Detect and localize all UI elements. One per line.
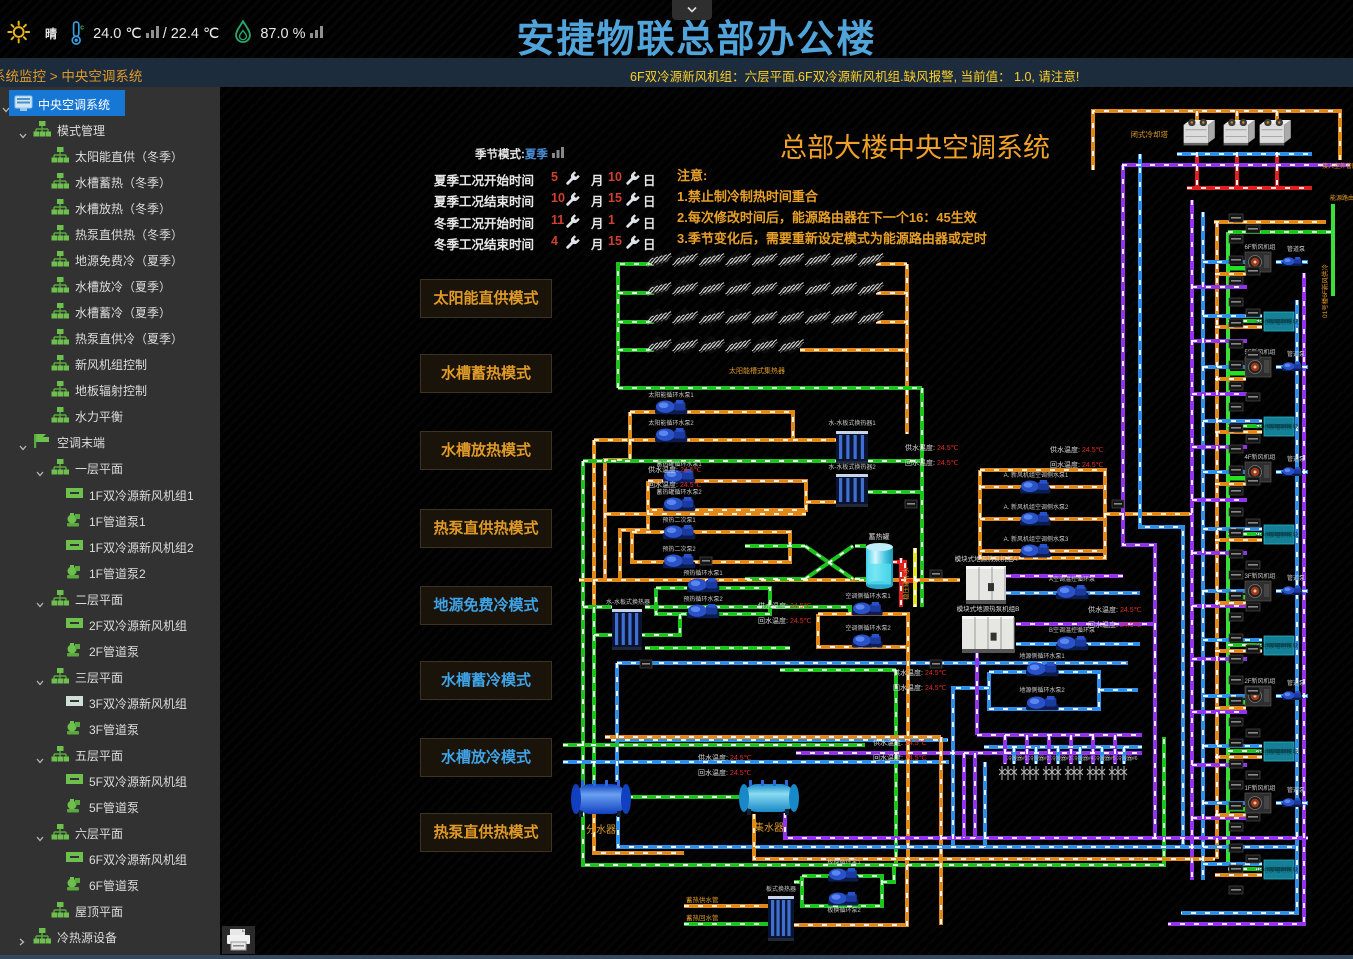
- svg-text:蓄热罐循环水泵2: 蓄热罐循环水泵2: [656, 488, 702, 496]
- svg-text:预热二次泵2: 预热二次泵2: [662, 545, 696, 553]
- svg-text:稳压罐补水: 稳压罐补水: [901, 567, 910, 600]
- svg-text:回水温度:: 回水温度:: [893, 683, 923, 692]
- svg-text:冷凝器#4: 冷凝器#4: [1073, 755, 1094, 762]
- svg-text:24.5℃: 24.5℃: [937, 445, 959, 452]
- svg-text:闭式冷却塔: 闭式冷却塔: [1131, 129, 1169, 139]
- svg-text:能源路由器: 能源路由器: [1330, 194, 1353, 202]
- svg-text:A. 新风机组空调侧水泵3: A. 新风机组空调侧水泵3: [1004, 535, 1069, 543]
- svg-text:24.5℃: 24.5℃: [790, 603, 812, 610]
- svg-text:供水温度:: 供水温度:: [1050, 445, 1080, 454]
- svg-text:管道泵: 管道泵: [1287, 245, 1305, 253]
- svg-text:24.5℃: 24.5℃: [905, 755, 927, 762]
- svg-text:板换循环泵2: 板换循环泵2: [827, 906, 861, 914]
- svg-text:冷凝器#3: 冷凝器#3: [1051, 755, 1072, 762]
- svg-text:6F地板辐射模块: 6F地板辐射模块: [1255, 318, 1298, 326]
- svg-text:模块式地源热泵机组B: 模块式地源热泵机组B: [957, 604, 1020, 613]
- svg-text:24.5℃: 24.5℃: [925, 670, 947, 677]
- svg-text:供水温度:: 供水温度:: [905, 443, 935, 452]
- svg-text:24.5℃: 24.5℃: [925, 685, 947, 692]
- svg-text:2F地板辐射模块: 2F地板辐射模块: [1255, 748, 1298, 756]
- svg-text:蓄热供水管: 蓄热供水管: [686, 895, 719, 904]
- svg-text:预热二次泵1: 预热二次泵1: [662, 516, 696, 524]
- svg-text:24.5℃: 24.5℃: [1120, 607, 1142, 614]
- svg-text:A. 新风机组空调侧水泵2: A. 新风机组空调侧水泵2: [1004, 503, 1069, 511]
- svg-text:供水温度:: 供水温度:: [1088, 605, 1118, 614]
- svg-text:预热循环水泵1: 预热循环水泵1: [683, 569, 723, 577]
- svg-text:空调侧循环水泵2: 空调侧循环水泵2: [845, 624, 891, 632]
- svg-text:01号楼6F新风供冷: 01号楼6F新风供冷: [1320, 264, 1329, 318]
- svg-text:回水温度:: 回水温度:: [1050, 460, 1080, 469]
- svg-text:管道泵: 管道泵: [1287, 455, 1305, 463]
- svg-text:回水温度:: 回水温度:: [648, 480, 678, 489]
- svg-text:回水温度:: 回水温度:: [873, 753, 903, 762]
- svg-text:24.5℃: 24.5℃: [680, 467, 702, 474]
- svg-text:集水器: 集水器: [754, 821, 784, 834]
- svg-text:空调侧循环水泵1: 空调侧循环水泵1: [845, 592, 891, 600]
- svg-text:24.5℃: 24.5℃: [937, 460, 959, 467]
- svg-text:供水温度:: 供水温度:: [758, 601, 788, 610]
- svg-text:回水温度:: 回水温度:: [698, 768, 728, 777]
- svg-text:管道泵: 管道泵: [1287, 786, 1305, 794]
- svg-text:地源侧循环水泵1: 地源侧循环水泵1: [1019, 652, 1065, 660]
- svg-text:接入室外管网: 接入室外管网: [1322, 162, 1353, 170]
- svg-text:A空调温控循环泵: A空调温控循环泵: [1049, 575, 1095, 583]
- svg-text:板式换热器: 板式换热器: [766, 885, 796, 893]
- svg-text:24.5℃: 24.5℃: [1082, 447, 1104, 454]
- svg-text:冷凝器#6: 冷凝器#6: [1117, 755, 1138, 762]
- svg-text:蓄热罐: 蓄热罐: [869, 532, 890, 541]
- svg-text:地源侧循环水泵2: 地源侧循环水泵2: [1019, 686, 1065, 694]
- svg-text:蓄热回水管: 蓄热回水管: [686, 913, 719, 922]
- svg-text:回水温度:: 回水温度:: [758, 616, 788, 625]
- svg-text:太阳能循环水泵2: 太阳能循环水泵2: [648, 419, 694, 427]
- svg-text:回水温度:: 回水温度:: [905, 458, 935, 467]
- svg-text:2F新风机组: 2F新风机组: [1244, 677, 1275, 685]
- svg-text:水-水板式换热器2: 水-水板式换热器2: [828, 463, 876, 471]
- svg-text:1F地板辐射模块: 1F地板辐射模块: [1255, 866, 1298, 874]
- svg-text:冷凝器#5: 冷凝器#5: [1095, 755, 1116, 762]
- svg-text:24.5℃: 24.5℃: [730, 755, 752, 762]
- svg-text:板换循环泵1: 板换循环泵1: [827, 858, 861, 866]
- svg-text:供水温度:: 供水温度:: [893, 668, 923, 677]
- svg-text:供水温度:: 供水温度:: [698, 753, 728, 762]
- svg-text:水-水板式换热器: 水-水板式换热器: [606, 598, 650, 606]
- svg-text:24.5℃: 24.5℃: [790, 618, 812, 625]
- svg-text:4F地板辐射模块: 4F地板辐射模块: [1255, 531, 1298, 539]
- svg-text:太阳能槽式集热器: 太阳能槽式集热器: [729, 366, 785, 375]
- svg-text:冷凝器#2: 冷凝器#2: [1029, 755, 1050, 762]
- svg-text:管道泵: 管道泵: [1287, 679, 1305, 687]
- svg-text:4F新风机组: 4F新风机组: [1244, 453, 1275, 461]
- svg-text:分水器: 分水器: [586, 824, 616, 836]
- svg-text:24.5℃: 24.5℃: [1120, 622, 1142, 629]
- svg-text:供水温度:: 供水温度:: [873, 738, 903, 747]
- svg-text:模块式地源热泵机组A: 模块式地源热泵机组A: [955, 554, 1019, 563]
- svg-text:管道泵: 管道泵: [1287, 574, 1305, 582]
- svg-text:24.5℃: 24.5℃: [905, 740, 927, 747]
- svg-text:24.5℃: 24.5℃: [730, 770, 752, 777]
- svg-text:供水温度:: 供水温度:: [648, 465, 678, 474]
- svg-text:3F地板辐射模块: 3F地板辐射模块: [1255, 642, 1298, 650]
- svg-text:管道泵: 管道泵: [1287, 350, 1305, 358]
- svg-text:24.5℃: 24.5℃: [1082, 462, 1104, 469]
- svg-text:A. 新风机组空调侧水泵1: A. 新风机组空调侧水泵1: [1004, 471, 1069, 479]
- svg-text:24.5℃: 24.5℃: [680, 482, 702, 489]
- svg-text:预热循环水泵2: 预热循环水泵2: [683, 595, 723, 603]
- svg-text:6F新风机组: 6F新风机组: [1244, 243, 1275, 251]
- svg-text:5F地板辐射模块: 5F地板辐射模块: [1255, 423, 1298, 431]
- svg-text:1F新风机组: 1F新风机组: [1244, 784, 1275, 792]
- svg-text:3F新风机组: 3F新风机组: [1244, 572, 1275, 580]
- svg-text:冷凝器#1: 冷凝器#1: [1007, 755, 1028, 762]
- svg-text:水-水板式换热器1: 水-水板式换热器1: [828, 419, 876, 427]
- svg-text:太阳能循环水泵1: 太阳能循环水泵1: [648, 391, 694, 399]
- svg-text:回水温度:: 回水温度:: [1088, 620, 1118, 629]
